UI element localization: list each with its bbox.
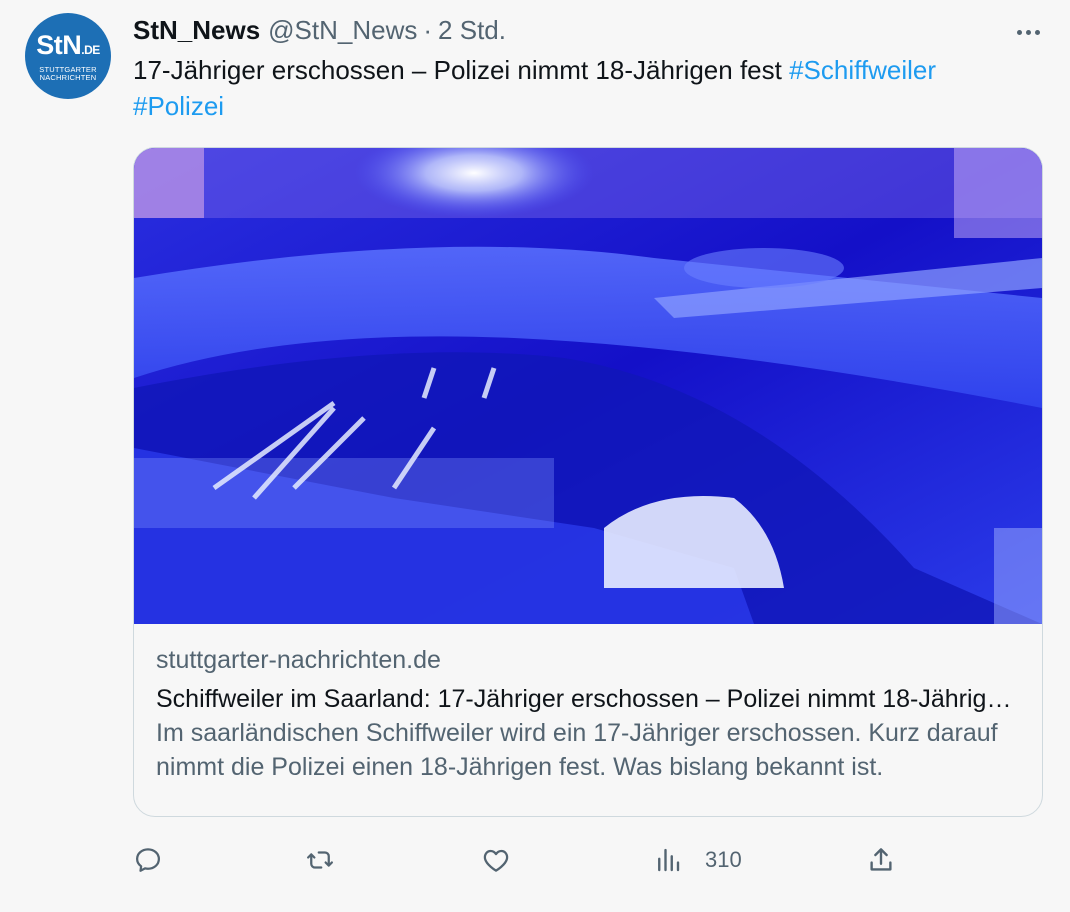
hashtag-schiffweiler[interactable]: #Schiffweiler [789,55,936,85]
tweet-body: 17-Jähriger erschossen – Polizei nimmt 1… [133,55,790,85]
tweet-header: StN_News @StN_News · 2 Std. [133,14,506,46]
card-domain: stuttgarter-nachrichten.de [156,646,441,674]
like-button[interactable] [481,840,511,880]
more-options-icon[interactable] [1012,18,1044,46]
card-image[interactable] [134,148,1042,624]
avatar[interactable]: StN.DE STUTTGARTER NACHRICHTEN [25,13,111,99]
share-button[interactable] [866,840,896,880]
card-title: Schiffweiler im Saarland: 17-Jähriger er… [156,685,1022,713]
views-button[interactable]: 310 [653,840,742,880]
timestamp[interactable]: 2 Std. [438,14,506,46]
avatar-logo: StN.DE [36,29,100,60]
link-preview-card[interactable]: stuttgarter-nachrichten.de Schiffweiler … [133,147,1043,817]
hashtag-polizei[interactable]: #Polizei [133,91,224,121]
views-icon [658,848,680,872]
retweet-icon [307,851,333,869]
card-description: Im saarländischen Schiffweiler wird ein … [156,719,998,781]
tweet-actions: 310 [133,840,1043,880]
police-car-image [134,148,1042,624]
user-handle[interactable]: @StN_News [268,14,417,46]
avatar-subtitle: STUTTGARTER NACHRICHTEN [39,64,97,82]
display-name[interactable]: StN_News [133,14,260,46]
retweet-button[interactable] [305,840,335,880]
share-icon [870,848,892,871]
tweet-text: 17-Jähriger erschossen – Polizei nimmt 1… [133,52,1033,124]
views-count: 310 [705,847,742,872]
separator-dot: · [423,15,433,45]
reply-icon [136,848,160,872]
reply-button[interactable] [133,840,163,880]
card-text: stuttgarter-nachrichten.de Schiffweiler … [156,644,1022,784]
like-icon [483,849,509,872]
